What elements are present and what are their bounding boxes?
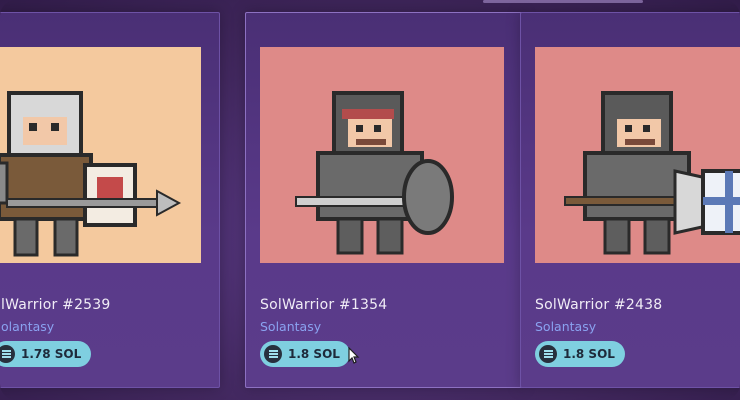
nft-image[interactable]	[0, 47, 201, 263]
price-label: 1.78 SOL	[21, 347, 82, 361]
coin-icon	[0, 345, 15, 363]
price-label: 1.8 SOL	[563, 347, 615, 361]
coin-icon	[539, 345, 557, 363]
warrior-sprite	[0, 91, 182, 257]
price-badge[interactable]: 1.8 SOL	[535, 341, 625, 367]
nft-image[interactable]	[260, 47, 504, 263]
price-badge[interactable]: 1.78 SOL	[0, 341, 92, 367]
nft-grid: lWarrior #2539 olantasy 1.78 SOL SolWarr…	[0, 0, 740, 400]
price-badge[interactable]: 1.8 SOL	[260, 341, 350, 367]
nft-card[interactable]: SolWarrior #1354 Solantasy 1.8 SOL	[245, 12, 523, 388]
nft-name: lWarrior #2539	[1, 297, 111, 313]
nft-image[interactable]	[535, 47, 740, 263]
price-label: 1.8 SOL	[288, 347, 340, 361]
warrior-sprite	[564, 91, 740, 255]
nft-collection-link[interactable]: Solantasy	[535, 319, 596, 334]
nft-collection-link[interactable]: Solantasy	[260, 319, 321, 334]
nft-card[interactable]: SolWarrior #2438 Solantasy 1.8 SOL	[520, 12, 740, 388]
nft-name: SolWarrior #1354	[260, 297, 388, 313]
nft-collection-link[interactable]: olantasy	[1, 319, 54, 334]
cursor-icon	[348, 347, 360, 364]
scroll-indicator	[483, 0, 643, 3]
nft-name: SolWarrior #2438	[535, 297, 663, 313]
warrior-sprite	[295, 91, 454, 255]
coin-icon	[264, 345, 282, 363]
nft-card[interactable]: lWarrior #2539 olantasy 1.78 SOL	[0, 12, 220, 388]
